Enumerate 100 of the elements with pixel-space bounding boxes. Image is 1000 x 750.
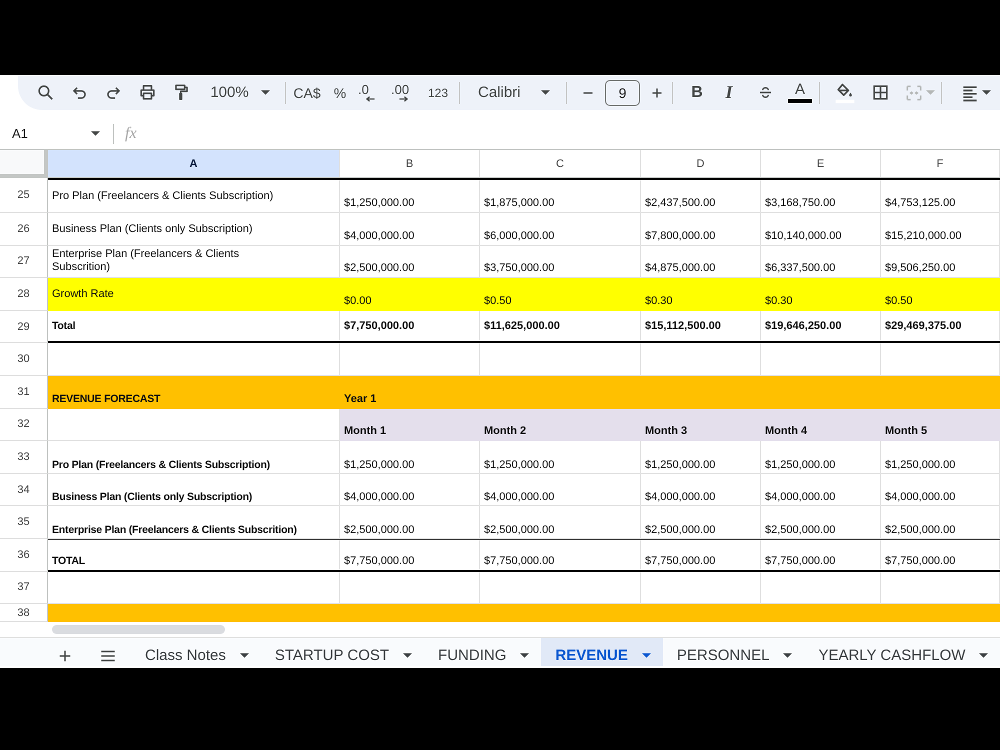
percent-format-button[interactable]: % (327, 80, 353, 106)
sheet-tab[interactable]: YEARLY CASHFLOW (804, 638, 1000, 666)
table-cell: $4,000,000.00 (881, 474, 1000, 506)
caret-icon (979, 653, 988, 658)
caret-icon[interactable] (982, 90, 991, 95)
table-cell: $29,469,375.00 (881, 310, 1000, 342)
table-cell: $1,250,000.00 (761, 441, 881, 474)
table-cell: Month 5 (881, 408, 1000, 442)
sheet-tab[interactable]: Class Notes (131, 638, 261, 666)
table-cell: $15,112,500.00 (641, 310, 761, 342)
caret-icon (642, 653, 651, 658)
column-header[interactable]: C (480, 150, 641, 177)
column-header[interactable]: F (881, 150, 1000, 177)
bold-button[interactable]: B (685, 80, 709, 106)
caret-icon (91, 131, 100, 136)
table-cell: $3,168,750.00 (761, 180, 881, 213)
table-cell: $7,750,000.00 (480, 540, 641, 570)
row-number[interactable]: 32 (0, 408, 48, 442)
number-format-button[interactable]: 123 (423, 80, 453, 106)
table-cell: Month 1 (340, 408, 480, 442)
paint-format-icon[interactable] (172, 83, 191, 102)
decrease-decimal-button[interactable]: .0 (358, 80, 386, 106)
table-cell: Total (48, 310, 340, 342)
table-cell-text: $0.30 (644, 294, 674, 309)
sheet-tab[interactable]: FUNDING (424, 638, 542, 666)
row-number[interactable]: 27 (0, 246, 48, 278)
table-cell-text: REVENUE FORECAST (51, 392, 162, 407)
row-number[interactable]: 35 (0, 506, 48, 539)
row-number[interactable]: 36 (0, 538, 48, 572)
table-cell: $10,140,000.00 (761, 213, 881, 246)
table-cell: $1,250,000.00 (340, 441, 480, 474)
table-cell: Pro Plan (Freelancers & Clients Subscription) (48, 441, 340, 474)
table-cell: $2,500,000.00 (881, 506, 1000, 539)
table-cell: $4,000,000.00 (761, 474, 881, 506)
row-number[interactable]: 30 (0, 343, 48, 376)
table-cell: $2,500,000.00 (480, 506, 641, 539)
table-cell: $7,750,000.00 (761, 540, 881, 570)
swatch-icon (788, 99, 812, 103)
row-number[interactable]: 25 (0, 178, 48, 213)
table-cell: $2,500,000.00 (641, 506, 761, 539)
scrollbar-thumb[interactable] (52, 625, 225, 634)
table-cell: $4,000,000.00 (641, 474, 761, 506)
table-cell: $1,250,000.00 (641, 441, 761, 474)
search-icon[interactable] (36, 83, 55, 102)
table-cell-text: $0.50 (483, 294, 513, 309)
print-icon[interactable] (138, 83, 157, 102)
table-cell-text: Growth Rate (51, 286, 115, 302)
caret-icon (520, 653, 530, 658)
table-cell: Enterprise Plan (Freelancers & Clients Subscrition) (48, 506, 340, 539)
currency-format-button[interactable]: CA$ (290, 80, 324, 106)
table-cell: Month 4 (761, 408, 881, 442)
column-header[interactable]: B (340, 150, 480, 177)
table-cell: $1,875,000.00 (480, 180, 641, 213)
table-cell: $19,646,250.00 (761, 310, 881, 342)
column-header[interactable]: D (641, 150, 761, 177)
table-cell: $4,000,000.00 (340, 213, 480, 246)
table-cell: Month 3 (641, 408, 761, 442)
table-cell: Business Plan (Clients only Subscription) (48, 474, 340, 506)
table-cell: $4,000,000.00 (480, 474, 641, 506)
borders-icon[interactable] (871, 83, 890, 102)
table-cell: $7,750,000.00 (340, 310, 480, 342)
table-cell: Month 2 (480, 408, 641, 442)
name-box[interactable]: A1 (12, 126, 100, 141)
table-cell-text: $0.00 (343, 294, 373, 309)
increase-decimal-button[interactable]: .00 (391, 80, 419, 106)
caret-icon (260, 90, 270, 95)
table-cell: $2,500,000.00 (340, 506, 480, 539)
table-cell: $6,000,000.00 (480, 213, 641, 246)
row-number[interactable]: 37 (0, 572, 48, 604)
table-cell: $15,210,000.00 (881, 213, 1000, 246)
table-cell: $7,750,000.00 (881, 540, 1000, 570)
row-number[interactable]: 29 (0, 310, 48, 344)
function-label: fx (125, 124, 137, 142)
column-header[interactable]: A (48, 150, 340, 177)
table-cell: $7,750,000.00 (641, 540, 761, 570)
fill-bucket-icon[interactable] (834, 82, 856, 104)
italic-button[interactable]: I (717, 80, 741, 106)
sheet-tab[interactable]: REVENUE (541, 638, 663, 666)
font-size-field[interactable]: 9 (605, 80, 640, 106)
table-cell: $2,500,000.00 (761, 506, 881, 539)
table-cell: TOTAL (48, 540, 340, 570)
sheet-tab[interactable]: PERSONNEL (662, 638, 804, 666)
row-number[interactable]: 33 (0, 441, 48, 474)
table-cell: $11,625,000.00 (480, 310, 641, 342)
table-cell-text: Year 1 (343, 392, 378, 407)
table-cell: $7,800,000.00 (641, 213, 761, 246)
font-dropdown[interactable]: Calibri (470, 80, 560, 106)
column-header[interactable]: E (761, 150, 881, 177)
row-number[interactable]: 34 (0, 474, 48, 506)
table-cell-text: $0.50 (884, 294, 914, 309)
sheet-tab[interactable]: STARTUP COST (260, 638, 424, 666)
caret-icon (403, 653, 412, 658)
row-number[interactable]: 26 (0, 213, 48, 246)
zoom-dropdown[interactable]: 100% (201, 80, 279, 106)
table-cell: $1,250,000.00 (881, 441, 1000, 474)
table-cell: Business Plan (Clients only Subscription) (48, 213, 340, 246)
text-color-button[interactable]: A (787, 78, 813, 106)
table-cell: $1,250,000.00 (480, 441, 641, 474)
table-cell: Pro Plan (Freelancers & Clients Subscription) (48, 180, 340, 213)
table-cell: $7,750,000.00 (340, 540, 480, 570)
